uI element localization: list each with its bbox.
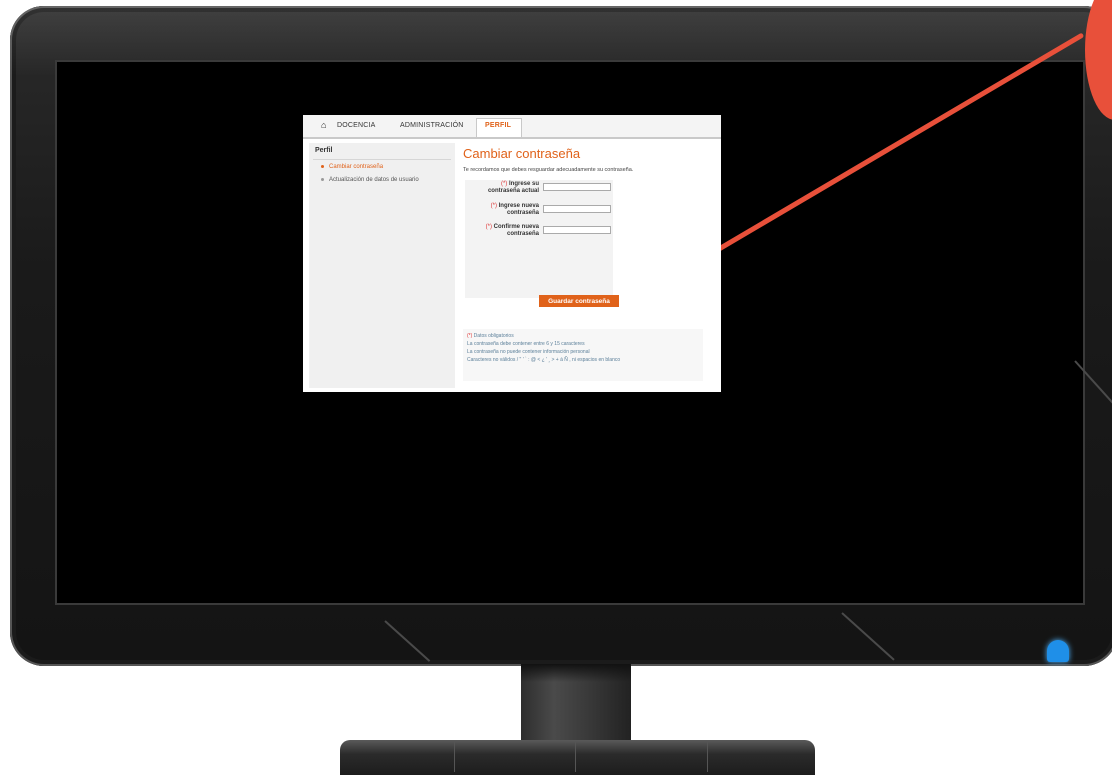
new-password-label: (*) Ingrese nueva contraseña — [471, 203, 539, 217]
password-form: (*) Ingrese su contraseña actual (*) Ingr… — [465, 180, 613, 298]
current-password-input[interactable] — [543, 183, 611, 191]
base-divider — [454, 742, 455, 772]
sidebar-title: Perfil — [315, 147, 333, 154]
web-page: ⌂ DOCENCIA ADMINISTRACIÓN PERFIL Perfil … — [303, 115, 721, 392]
required-marker: (*) — [500, 181, 508, 187]
note-personal-info: La contraseña no puede contener informac… — [467, 349, 590, 355]
new-password-input[interactable] — [543, 205, 611, 213]
page-title: Cambiar contraseña — [463, 146, 581, 161]
intro-text: Te recordamos que debes resguardar adecu… — [463, 167, 634, 173]
label-line: contraseña — [506, 210, 539, 216]
home-icon[interactable]: ⌂ — [321, 120, 326, 130]
nav-item-docencia[interactable]: DOCENCIA — [337, 122, 376, 129]
sidebar-divider — [313, 159, 451, 160]
monitor-stand-base — [340, 740, 815, 775]
label-line: contraseña — [506, 231, 539, 237]
password-notes: (*) Datos obligatorios La contraseña deb… — [463, 329, 703, 381]
sidebar-item-actualizacion-datos[interactable]: Actualización de datos de usuario — [321, 177, 419, 183]
confirm-password-label: (*) Confirme nueva contraseña — [471, 224, 539, 238]
label-line: Ingrese nueva — [498, 203, 539, 209]
note-length: La contraseña debe contener entre 6 y 15… — [467, 341, 585, 347]
save-password-button[interactable]: Guardar contraseña — [539, 295, 619, 307]
sidebar: Perfil Cambiar contraseña Actualización … — [309, 143, 455, 388]
label-line: Ingrese su — [508, 181, 539, 187]
label-line: contraseña actual — [487, 188, 539, 194]
nav-item-administracion[interactable]: ADMINISTRACIÓN — [400, 122, 463, 129]
required-marker: (*) — [490, 203, 497, 209]
required-marker: (*) — [485, 224, 492, 230]
confirm-password-input[interactable] — [543, 226, 611, 234]
required-marker: (*) — [467, 333, 473, 339]
base-divider — [707, 742, 708, 772]
required-note: (*) Datos obligatorios — [467, 333, 514, 339]
bullet-icon — [321, 164, 324, 168]
power-led-icon[interactable] — [1047, 640, 1069, 662]
label-line: Confirme nueva — [493, 224, 539, 230]
sidebar-item-label: Actualización de datos de usuario — [329, 177, 419, 183]
required-note-text: Datos obligatorios — [473, 333, 514, 339]
bullet-icon — [321, 177, 324, 181]
base-divider — [575, 742, 576, 772]
top-nav: ⌂ DOCENCIA ADMINISTRACIÓN PERFIL — [303, 115, 721, 139]
nav-item-perfil[interactable]: PERFIL — [485, 122, 511, 129]
sidebar-item-label: Cambiar contraseña — [329, 164, 384, 170]
note-invalid-chars: Caracteres no válidos / " ' ` : @ < ¿ ' … — [467, 357, 621, 363]
current-password-label: (*) Ingrese su contraseña actual — [471, 181, 539, 195]
sidebar-item-cambiar-contrasena[interactable]: Cambiar contraseña — [321, 164, 383, 170]
monitor-stand-shadow — [521, 664, 631, 682]
